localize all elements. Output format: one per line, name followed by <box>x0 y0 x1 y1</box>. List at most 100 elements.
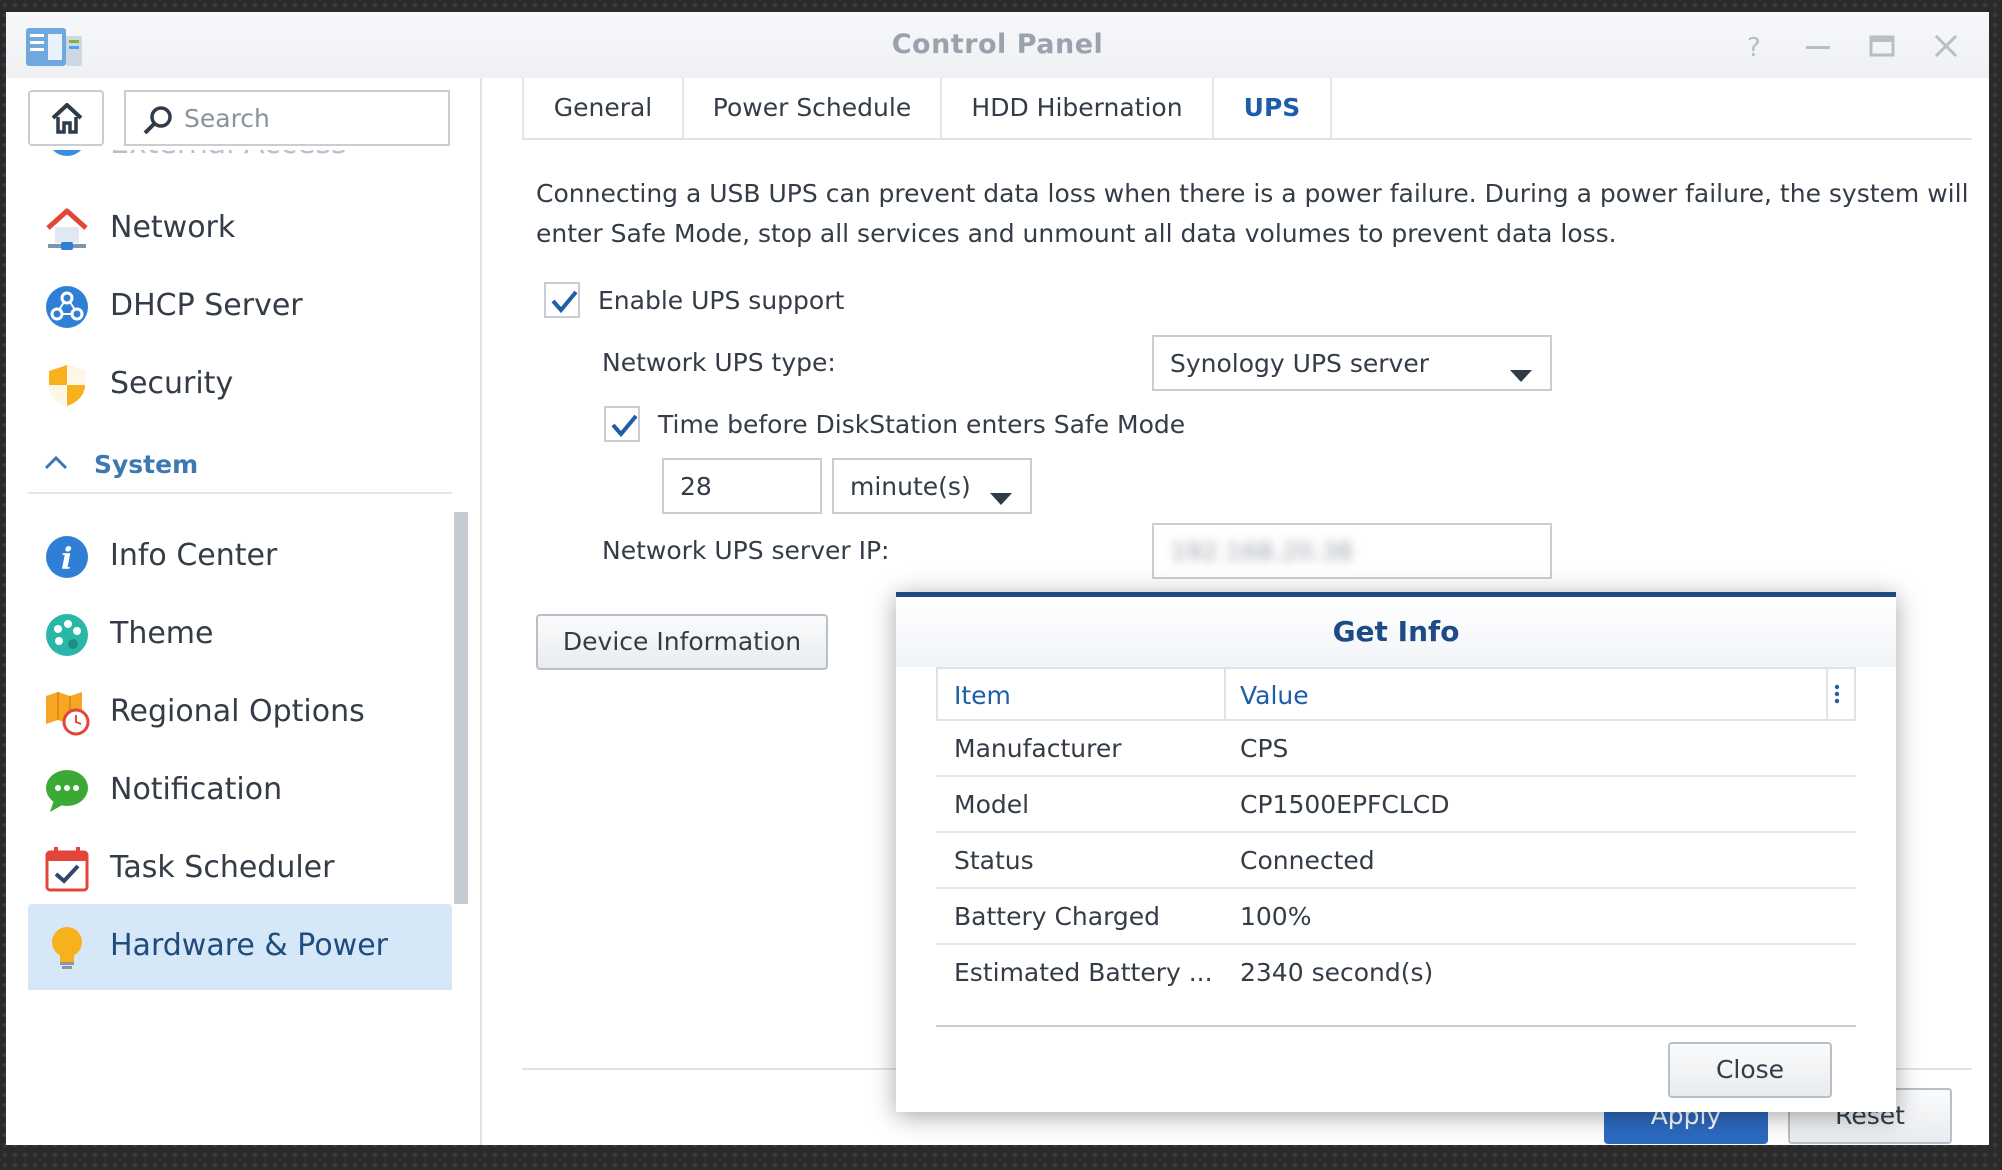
sidebar-list: External Access Network <box>6 150 480 1145</box>
tab-power-schedule[interactable]: Power Schedule <box>682 78 940 138</box>
checkmark-icon <box>551 290 578 314</box>
column-divider <box>1826 669 1828 719</box>
cell-item: Model <box>954 790 1030 819</box>
window-title: Control Panel <box>891 29 1104 60</box>
sidebar-item-regional-options[interactable]: Regional Options <box>28 670 452 756</box>
sidebar-item-label: Hardware & Power <box>110 928 389 963</box>
cell-value: Connected <box>1240 846 1375 875</box>
cell-item: Manufacturer <box>954 734 1122 763</box>
sidebar-item-security[interactable]: Security <box>28 342 452 428</box>
sidebar-item-label: Notification <box>110 772 283 807</box>
control-panel-window: Control Panel ? External Access <box>6 12 1989 1145</box>
dhcp-icon <box>44 284 90 330</box>
home-icon <box>51 103 83 134</box>
palette-icon <box>44 612 90 658</box>
cell-value: 100% <box>1240 902 1312 931</box>
title-bar: Control Panel ? <box>6 12 1989 78</box>
table-row[interactable]: Model CP1500EPFCLCD <box>936 777 1856 833</box>
search-icon <box>142 104 174 140</box>
sidebar-item-dhcp-server[interactable]: DHCP Server <box>28 264 452 350</box>
enable-ups-label: Enable UPS support <box>598 286 845 315</box>
shield-icon <box>44 362 90 408</box>
tab-bar: General Power Schedule HDD Hibernation U… <box>522 78 1972 140</box>
table-row[interactable]: Manufacturer CPS <box>936 721 1856 777</box>
sidebar-item-info-center[interactable]: i Info Center <box>28 514 452 600</box>
checkmark-icon <box>611 414 638 438</box>
sidebar-scrollbar[interactable] <box>454 512 468 904</box>
svg-text:?: ? <box>1747 33 1761 62</box>
dialog-header: Get Info <box>896 597 1896 667</box>
maximize-icon[interactable] <box>1866 30 1898 62</box>
close-button[interactable]: Close <box>1668 1042 1832 1098</box>
section-system-header[interactable]: System <box>28 434 452 494</box>
sidebar-item-hardware-power[interactable]: Hardware & Power <box>28 904 452 990</box>
table-row[interactable]: Status Connected <box>936 833 1856 889</box>
search-placeholder: Search <box>184 104 270 133</box>
server-ip-input[interactable]: 192.168.20.38 <box>1152 523 1552 579</box>
sidebar-item-label: Regional Options <box>110 694 365 729</box>
search-input[interactable]: Search <box>124 90 450 146</box>
server-ip-value: 192.168.20.38 <box>1170 537 1353 566</box>
time-unit-value: minute(s) <box>850 472 971 501</box>
sidebar: External Access Network <box>6 78 482 1145</box>
cell-value: CP1500EPFCLCD <box>1240 790 1450 819</box>
column-divider <box>1224 669 1226 719</box>
table-header: Item Value <box>936 667 1856 721</box>
cell-item: Estimated Battery ... <box>954 958 1213 987</box>
sidebar-item-external-access[interactable]: External Access <box>110 150 347 161</box>
device-information-button[interactable]: Device Information <box>536 614 828 670</box>
sidebar-item-task-scheduler[interactable]: Task Scheduler <box>28 826 452 912</box>
section-label: System <box>94 450 199 479</box>
chevron-up-icon <box>44 454 68 474</box>
sidebar-item-theme[interactable]: Theme <box>28 592 452 678</box>
server-ip-label: Network UPS server IP: <box>602 536 890 565</box>
ups-description: Connecting a USB UPS can prevent data lo… <box>536 179 1969 248</box>
safe-mode-label: Time before DiskStation enters Safe Mode <box>658 410 1186 439</box>
sidebar-item-label: Task Scheduler <box>110 850 335 885</box>
tab-hdd-hibernation[interactable]: HDD Hibernation <box>940 78 1212 138</box>
sidebar-item-label: Theme <box>110 616 214 651</box>
cell-value: 2340 second(s) <box>1240 958 1434 987</box>
lightbulb-icon <box>44 924 90 970</box>
sidebar-item-label: Security <box>110 366 234 401</box>
dialog-title: Get Info <box>1332 615 1460 648</box>
info-icon: i <box>44 534 90 580</box>
regional-clock-icon <box>44 690 90 736</box>
chat-bubble-icon <box>44 768 90 814</box>
dropdown-arrow-icon <box>990 482 1012 511</box>
calendar-check-icon <box>44 846 90 892</box>
cell-item: Battery Charged <box>954 902 1161 931</box>
safe-mode-checkbox[interactable] <box>604 406 640 442</box>
sidebar-item-label: Info Center <box>110 538 278 573</box>
external-access-icon <box>44 150 90 158</box>
table-row[interactable]: Estimated Battery ... 2340 second(s) <box>936 945 1856 1001</box>
enable-ups-checkbox[interactable] <box>544 282 580 318</box>
sidebar-item-label: DHCP Server <box>110 288 303 323</box>
table-row[interactable]: Battery Charged 100% <box>936 889 1856 945</box>
ups-type-value: Synology UPS server <box>1170 349 1429 378</box>
sidebar-item-label: Network <box>110 210 236 245</box>
get-info-dialog: Get Info Item Value Manufacturer CPS Mod… <box>896 592 1896 1112</box>
safe-mode-time-input[interactable]: 28 <box>662 458 822 514</box>
column-header-value[interactable]: Value <box>1240 681 1309 710</box>
help-icon[interactable]: ? <box>1738 30 1770 63</box>
column-menu-icon[interactable] <box>1834 683 1840 709</box>
info-table: Item Value Manufacturer CPS Model CP1500… <box>936 667 1856 1027</box>
sidebar-item-network[interactable]: Network <box>28 186 452 272</box>
sidebar-item-notification[interactable]: Notification <box>28 748 452 834</box>
tab-ups[interactable]: UPS <box>1212 78 1332 138</box>
column-header-item[interactable]: Item <box>954 681 1011 710</box>
cell-value: CPS <box>1240 734 1289 763</box>
ups-type-select[interactable]: Synology UPS server <box>1152 335 1552 391</box>
minimize-icon[interactable] <box>1802 30 1834 62</box>
home-button[interactable] <box>28 90 104 146</box>
cell-item: Status <box>954 846 1034 875</box>
time-unit-select[interactable]: minute(s) <box>832 458 1032 514</box>
svg-text:i: i <box>61 542 72 577</box>
tab-general[interactable]: General <box>522 78 682 138</box>
safe-mode-time-value: 28 <box>680 472 712 501</box>
network-icon <box>44 206 90 252</box>
dropdown-arrow-icon <box>1510 359 1532 388</box>
ups-type-label: Network UPS type: <box>602 348 836 377</box>
close-icon[interactable] <box>1930 30 1962 62</box>
